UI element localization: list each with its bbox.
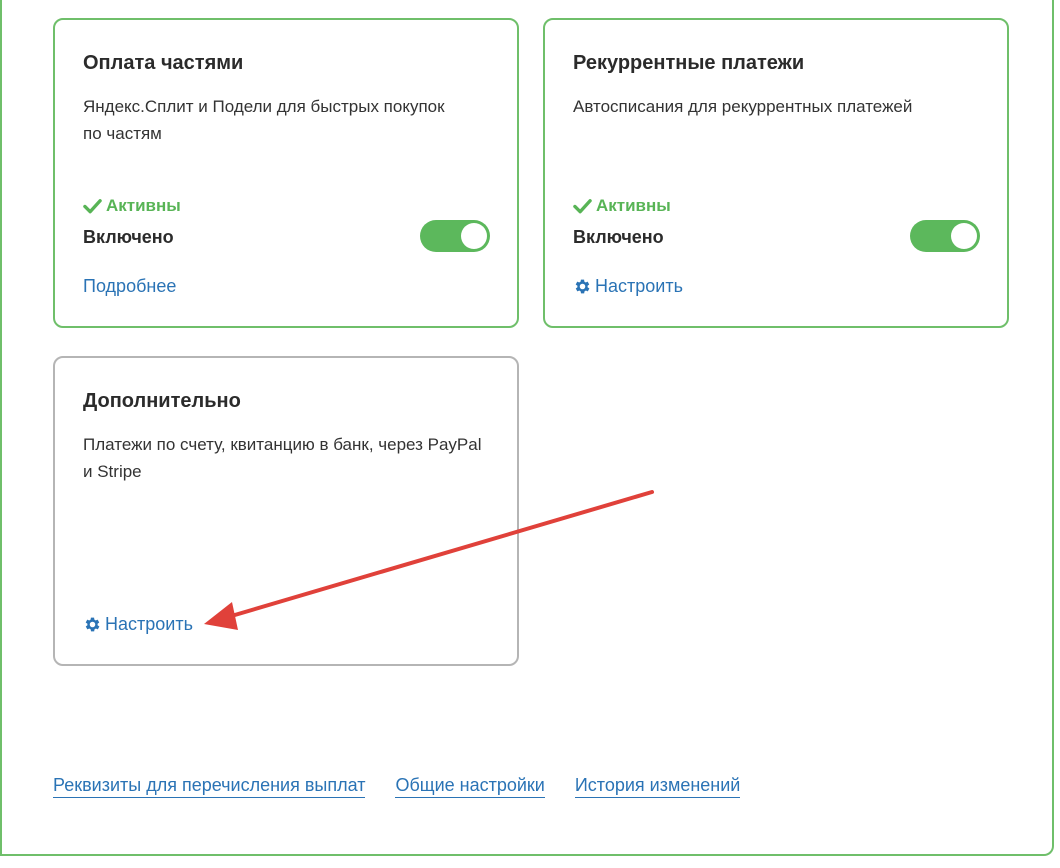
card-title: Рекуррентные платежи [573, 52, 805, 74]
check-icon [83, 199, 102, 214]
general-settings-link[interactable]: Общие настройки [395, 775, 545, 798]
card-description: Платежи по счету, квитанцию в банк, чере… [83, 435, 482, 481]
check-icon [573, 199, 592, 214]
footer-links: Реквизиты для перечисления выплат Общие … [53, 775, 741, 798]
configure-link[interactable]: Настроить [573, 276, 683, 297]
toggle-knob [461, 223, 487, 249]
gear-icon [85, 617, 100, 632]
card-description: Автосписания для рекуррентных платежей [573, 97, 913, 116]
card-installments: Оплата частями Яндекс.Сплит и Подели для… [53, 18, 519, 328]
status-label: Активны [106, 196, 181, 215]
payout-details-link[interactable]: Реквизиты для перечисления выплат [53, 775, 366, 798]
more-link[interactable]: Подробнее [83, 276, 176, 297]
configure-link-label: Настроить [595, 276, 683, 296]
enabled-label: Включено [83, 227, 174, 247]
status-active: Активны [573, 196, 671, 216]
installments-toggle[interactable] [420, 220, 490, 252]
recurring-toggle[interactable] [910, 220, 980, 252]
configure-link[interactable]: Настроить [83, 614, 193, 635]
card-title: Дополнительно [83, 390, 241, 412]
enabled-label: Включено [573, 227, 664, 247]
configure-link-label: Настроить [105, 614, 193, 634]
card-title: Оплата частями [83, 52, 244, 74]
toggle-knob [951, 223, 977, 249]
status-active: Активны [83, 196, 181, 216]
card-additional: Дополнительно Платежи по счету, квитанци… [53, 356, 519, 666]
card-recurring: Рекуррентные платежи Автосписания для ре… [543, 18, 1009, 328]
more-link-label: Подробнее [83, 276, 177, 296]
status-label: Активны [596, 196, 671, 215]
card-description: Яндекс.Сплит и Подели для быстрых покупо… [83, 97, 445, 143]
gear-icon [575, 279, 590, 294]
change-history-link[interactable]: История изменений [574, 775, 741, 798]
